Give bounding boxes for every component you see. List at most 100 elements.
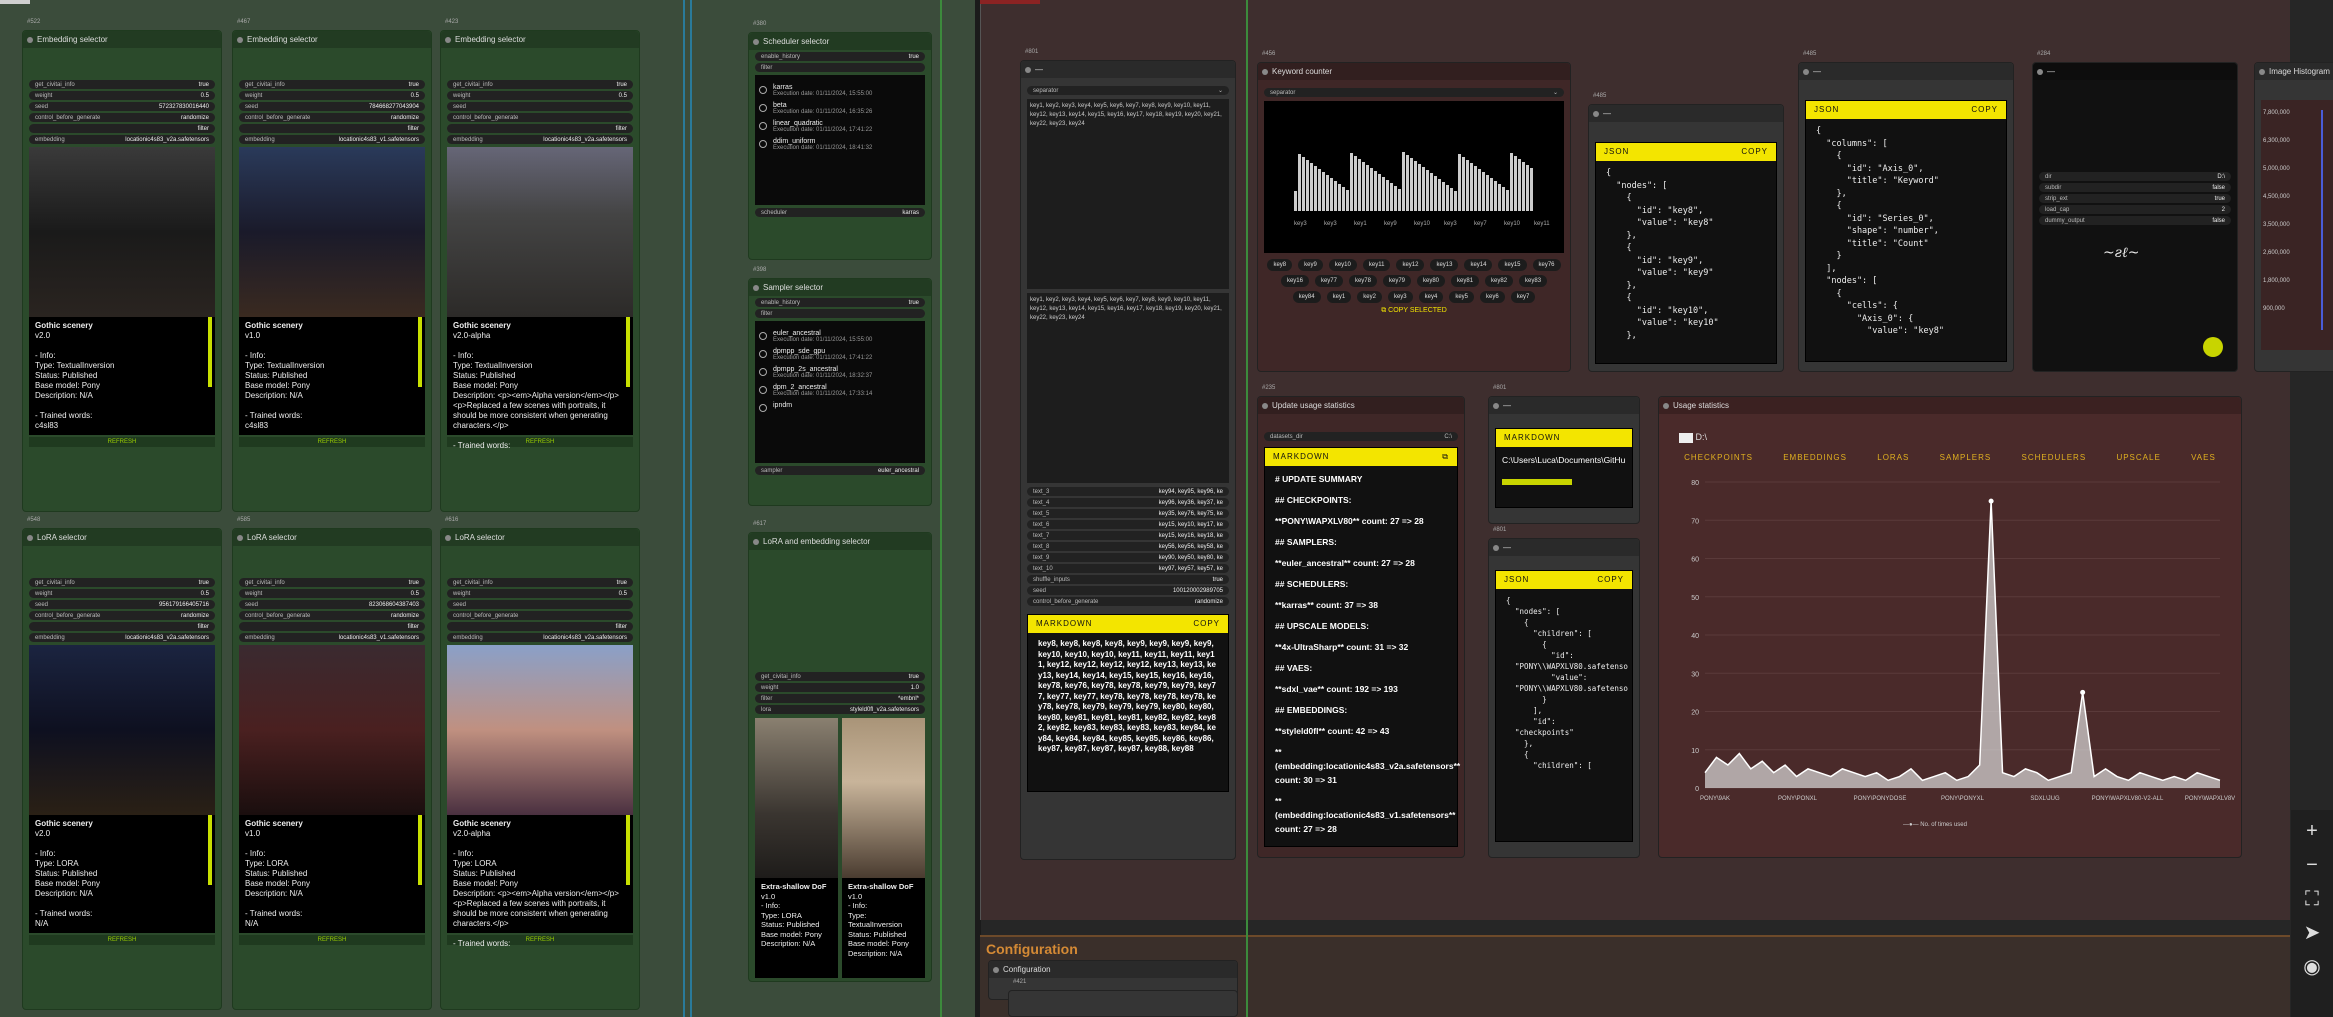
keyword-chip[interactable]: key6 xyxy=(1480,291,1505,303)
keyword-chip[interactable]: key78 xyxy=(1348,275,1377,287)
keyword-chip[interactable]: key11 xyxy=(1362,259,1391,271)
text-row[interactable]: text_8 key56, key56, key58, ke xyxy=(1027,542,1229,551)
filter-input[interactable]: filter xyxy=(755,63,925,72)
keyword-chip[interactable]: key9 xyxy=(1298,259,1323,271)
usage-tab[interactable]: CHECKPOINTS xyxy=(1684,453,1753,462)
node-title[interactable]: Usage statistics xyxy=(1659,397,2241,414)
node-title[interactable]: — xyxy=(1799,63,2013,80)
keys-node[interactable]: #801 — separator ⌄ key1, key2, key3, key4… xyxy=(1020,49,1236,860)
shuffle-toggle[interactable]: shuffle_inputs true xyxy=(1027,575,1229,584)
refresh-button[interactable]: REFRESH xyxy=(29,437,215,447)
widget-value[interactable]: embedding locationic4s83_v1.safetensors xyxy=(239,135,425,144)
widget-filter[interactable]: filter xyxy=(447,124,633,133)
node-title[interactable]: Configuration xyxy=(989,961,1237,978)
widget-get_civitai[interactable]: get_civitai_info true xyxy=(447,578,633,587)
keyword-chip[interactable]: key8 xyxy=(1267,259,1293,271)
widget-get_civitai[interactable]: get_civitai_info true xyxy=(239,80,425,89)
widget-value[interactable]: embedding locationic4s83_v2a.safetensors xyxy=(29,633,215,642)
widget-value[interactable]: embedding locationic4s83_v1.safetensors xyxy=(239,633,425,642)
usage-tab[interactable]: SCHEDULERS xyxy=(2021,453,2086,462)
widget-weight[interactable]: weight 0.5 xyxy=(239,589,425,598)
keyword-chip[interactable]: key4 xyxy=(1418,291,1444,303)
widget-weight[interactable]: weight 0.5 xyxy=(29,91,215,100)
widget-control[interactable]: control_before_generate xyxy=(447,611,633,620)
zoom-out-button[interactable]: − xyxy=(2297,850,2327,880)
text-row[interactable]: text_7 key15, key16, key18, ke xyxy=(1027,531,1229,540)
widget-filter[interactable]: filter xyxy=(239,622,425,631)
widget-control[interactable]: control_before_generate randomize xyxy=(239,113,425,122)
text-row[interactable]: text_4 key96, key36, key37, ke xyxy=(1027,498,1229,507)
filter-input[interactable]: filter xyxy=(755,309,925,318)
widget-get_civitai[interactable]: get_civitai_info true xyxy=(29,80,215,89)
widget-seed[interactable]: seed xyxy=(447,600,633,609)
image-widget[interactable]: strip_ext true xyxy=(2039,194,2231,203)
filter-input[interactable]: filter *embnl* xyxy=(755,694,925,703)
separator-input[interactable]: separator ⌄ xyxy=(1264,88,1564,97)
keyword-chip[interactable]: key82 xyxy=(1485,275,1514,287)
config-child-node[interactable]: #421 xyxy=(1008,979,1238,1017)
weight-slider[interactable]: weight 1.0 xyxy=(755,683,925,692)
usage-statistics-node[interactable]: Usage statistics D:\ CHECKPOINTS EMBEDDIN… xyxy=(1658,396,2242,858)
datasets-dir-input[interactable]: datasets_dir C:\ xyxy=(1264,432,1458,441)
widget-seed[interactable]: seed 784668277043904 xyxy=(239,102,425,111)
keys-text[interactable]: key1, key2, key3, key4, key5, key6, key7… xyxy=(1027,293,1229,483)
keyword-chip[interactable]: key79 xyxy=(1382,275,1411,287)
usage-tab[interactable]: EMBEDDINGS xyxy=(1783,453,1847,462)
keyword-chip[interactable]: key80 xyxy=(1417,275,1446,287)
navigate-icon[interactable]: ➤ xyxy=(2297,918,2327,948)
widget-filter[interactable]: filter xyxy=(239,124,425,133)
keyword-chip[interactable]: key10 xyxy=(1328,259,1357,271)
widget-control[interactable]: control_before_generate xyxy=(447,113,633,122)
json-node-a[interactable]: #485 — JSON COPY { "nodes": [ { "id": "ke… xyxy=(1588,93,1784,372)
separator-input[interactable]: separator ⌄ xyxy=(1027,86,1229,95)
copy-selected-button[interactable]: ⧉ COPY SELECTED xyxy=(1258,307,1570,315)
selector-node[interactable]: #423 Embedding selector get_civitai_info tr… xyxy=(440,19,640,512)
widget-control[interactable]: control_before_generate randomize xyxy=(29,113,215,122)
node-title[interactable]: — xyxy=(1021,61,1235,78)
get-civitai-toggle[interactable]: get_civitai_info true xyxy=(755,672,925,681)
scheduler-combo[interactable]: scheduler karras xyxy=(755,208,925,217)
sampler-selector-node[interactable]: #398 Sampler selector enable_history true… xyxy=(748,267,932,506)
usage-point[interactable] xyxy=(1988,498,1994,504)
history-item[interactable]: karras Execution date: 01/11/2024, 15:55:… xyxy=(759,84,921,97)
node-title[interactable]: — xyxy=(1489,539,1639,556)
history-item[interactable]: beta Execution date: 01/11/2024, 16:35:26 xyxy=(759,102,921,115)
menu-icon[interactable] xyxy=(2203,337,2223,357)
preview-image[interactable] xyxy=(29,147,215,317)
keyword-chip[interactable]: key76 xyxy=(1532,259,1561,271)
keyword-chip[interactable]: key81 xyxy=(1451,275,1480,287)
update-usage-node[interactable]: #235 Update usage statistics datasets_di… xyxy=(1257,385,1465,858)
widget-value[interactable]: embedding locationic4s83_v2a.safetensors xyxy=(447,633,633,642)
widget-value[interactable]: embedding locationic4s83_v2a.safetensors xyxy=(447,135,633,144)
node-title[interactable]: LoRA selector xyxy=(23,529,221,546)
node-title[interactable]: — xyxy=(1589,105,1783,122)
image-widget[interactable]: load_cap 2 xyxy=(2039,205,2231,214)
keyword-counter-node[interactable]: #456 Keyword counter separator ⌄ key3 key3… xyxy=(1257,51,1571,372)
json-node-b[interactable]: #485 — JSON COPY { "columns": [ { "id": "… xyxy=(1798,51,2014,372)
selector-node[interactable]: #548 LoRA selector get_civitai_info true wei… xyxy=(22,517,222,1010)
node-title[interactable]: LoRA selector xyxy=(233,529,431,546)
widget-get_civitai[interactable]: get_civitai_info true xyxy=(447,80,633,89)
keys-text[interactable]: key1, key2, key3, key4, key5, key6, key7… xyxy=(1027,99,1229,289)
keyword-chip[interactable]: key3 xyxy=(1387,291,1413,303)
widget-control[interactable]: control_before_generate randomize xyxy=(239,611,425,620)
widget-filter[interactable]: filter xyxy=(29,622,215,631)
node-title[interactable]: Embedding selector xyxy=(233,31,431,48)
node-title[interactable]: — xyxy=(2033,63,2237,80)
preview-image[interactable] xyxy=(842,718,925,878)
preview-image[interactable] xyxy=(29,645,215,815)
preview-image[interactable] xyxy=(447,645,633,815)
image-loader-node[interactable]: #284 — dir D:\ subdir false strip_ext true loa… xyxy=(2032,51,2238,372)
widget-control[interactable]: control_before_generate randomize xyxy=(29,611,215,620)
widget-filter[interactable]: filter xyxy=(29,124,215,133)
usage-point[interactable] xyxy=(2080,689,2086,695)
image-histogram-node[interactable]: Image Histogram 7,800,000 6,300,000 5,000,… xyxy=(2254,62,2333,372)
widget-get_civitai[interactable]: get_civitai_info true xyxy=(29,578,215,587)
keyword-chip[interactable]: key12 xyxy=(1396,259,1425,271)
widget-weight[interactable]: weight 0.5 xyxy=(239,91,425,100)
usage-tab[interactable]: SAMPLERS xyxy=(1940,453,1992,462)
copy-button[interactable]: COPY xyxy=(1741,143,1768,161)
keyword-chip[interactable]: key77 xyxy=(1314,275,1343,287)
widget-seed[interactable]: seed xyxy=(447,102,633,111)
widget-get_civitai[interactable]: get_civitai_info true xyxy=(239,578,425,587)
